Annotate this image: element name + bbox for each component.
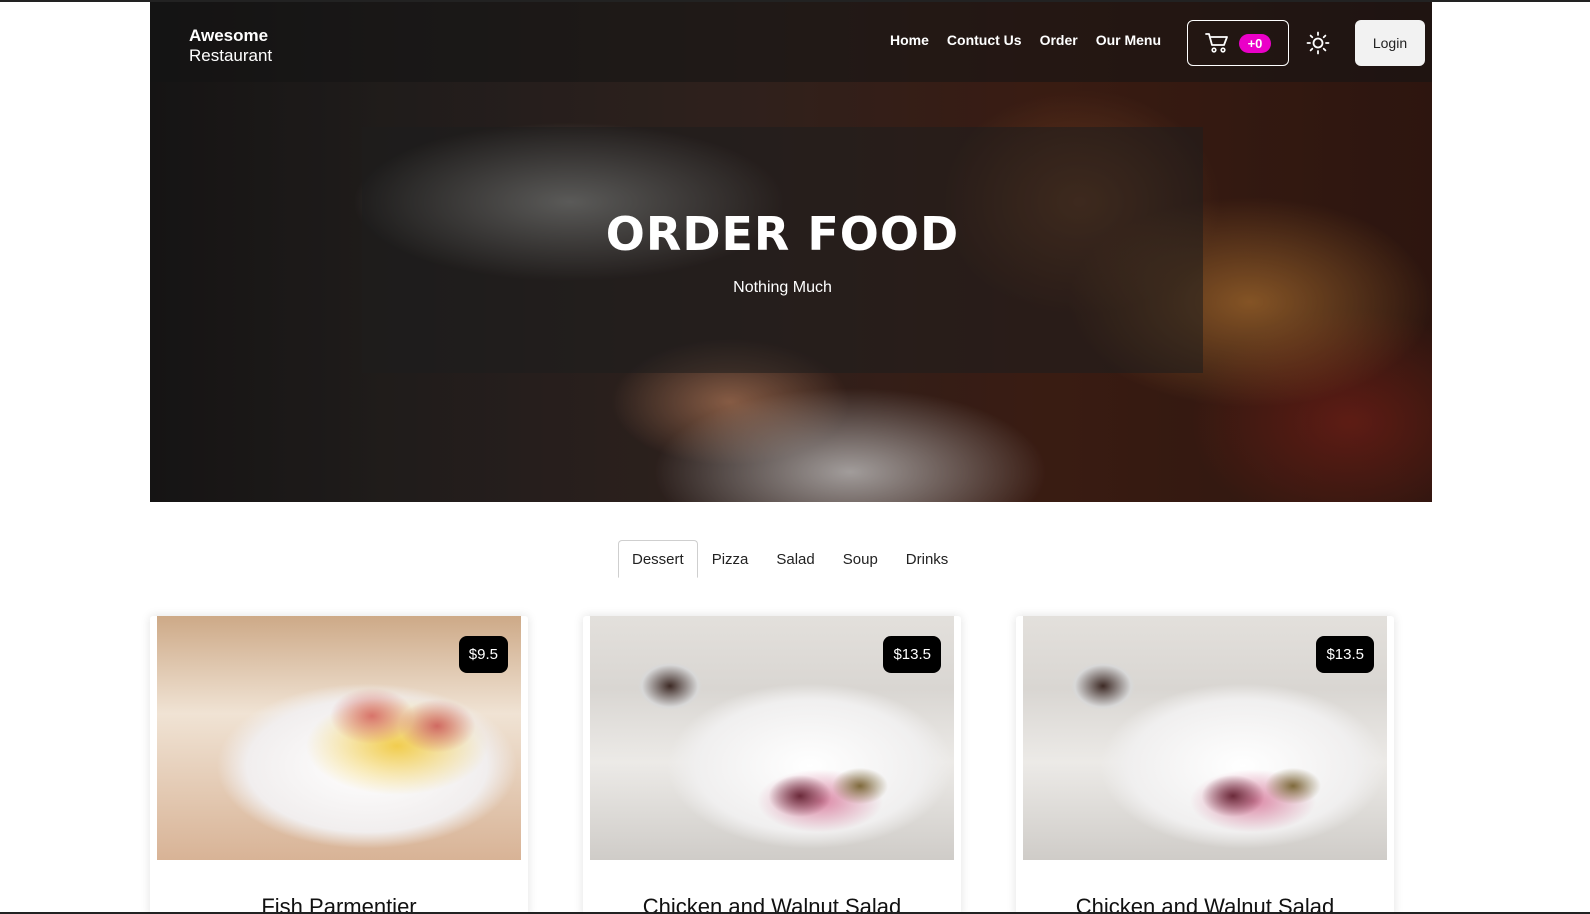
nav-links: Home Contuct Us Order Our Menu [890,32,1161,48]
brand-line2: Restaurant [189,46,273,65]
hero-banner: Awesome Restaurant Home Contuct Us Order… [150,2,1432,502]
food-image: $13.5 [1023,616,1387,860]
top-navbar: Awesome Restaurant Home Contuct Us Order… [150,2,1432,82]
sun-icon[interactable] [1306,31,1330,55]
tab-dessert[interactable]: Dessert [618,540,698,578]
brand-logo[interactable]: Awesome Restaurant [189,26,272,66]
menu-card[interactable]: $13.5 Chicken and Walnut Salad [583,616,961,914]
cart-count-badge: +0 [1238,33,1272,53]
nav-home-link[interactable]: Home [890,32,929,48]
tab-pizza[interactable]: Pizza [698,540,763,578]
cart-icon [1204,33,1228,53]
hero-subtitle: Nothing Much [733,279,832,296]
login-button[interactable]: Login [1355,20,1425,66]
nav-contact-link[interactable]: Contuct Us [947,32,1022,48]
food-image: $9.5 [157,616,521,860]
hero-title: ORDER FOOD [605,207,960,261]
price-badge: $13.5 [883,636,941,673]
card-title: Chicken and Walnut Salad [642,894,902,914]
price-badge: $9.5 [458,636,508,673]
price-badge: $13.5 [1316,636,1374,673]
category-tabs: Dessert Pizza Salad Soup Drinks [618,540,962,578]
food-image: $13.5 [590,616,954,860]
nav-menu-link[interactable]: Our Menu [1096,32,1161,48]
menu-card[interactable]: $9.5 Fish Parmentier [150,616,528,914]
brand-line1: Awesome [189,26,269,45]
card-title: Fish Parmentier [261,894,417,914]
nav-order-link[interactable]: Order [1040,32,1078,48]
menu-card[interactable]: $13.5 Chicken and Walnut Salad [1016,616,1394,914]
tab-salad[interactable]: Salad [762,540,828,578]
tab-drinks[interactable]: Drinks [892,540,963,578]
hero-textbox: ORDER FOOD Nothing Much [362,127,1203,373]
cart-button[interactable]: +0 [1187,20,1289,66]
card-title: Chicken and Walnut Salad [1075,894,1335,914]
tab-soup[interactable]: Soup [829,540,892,578]
